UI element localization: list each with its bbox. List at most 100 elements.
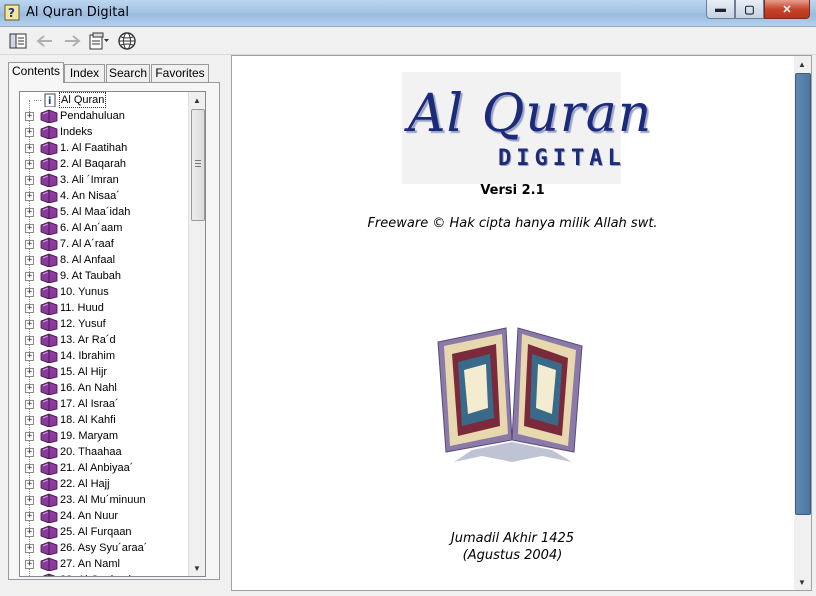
title-bar[interactable]: ? Al Quran Digital ▬ ▢ ✕: [0, 0, 816, 27]
options-button[interactable]: [88, 30, 110, 52]
tree-item[interactable]: +24. An Nuur: [20, 508, 188, 524]
expand-toggle[interactable]: +: [25, 512, 34, 521]
back-button[interactable]: [34, 30, 56, 52]
tree-item[interactable]: +3. Ali ´Imran: [20, 172, 188, 188]
expand-toggle[interactable]: +: [25, 416, 34, 425]
maximize-button[interactable]: ▢: [735, 0, 764, 19]
back-arrow-icon: [36, 35, 52, 47]
tree-item[interactable]: +23. Al Mu´minuun: [20, 492, 188, 508]
scroll-down-button[interactable]: ▼: [189, 560, 205, 576]
expand-toggle[interactable]: +: [25, 192, 34, 201]
quran-book-image: [437, 327, 583, 462]
expand-toggle[interactable]: +: [25, 160, 34, 169]
tree-item[interactable]: +14. Ibrahim: [20, 348, 188, 364]
expand-toggle[interactable]: +: [25, 288, 34, 297]
tree-item[interactable]: +25. Al Furqaan: [20, 524, 188, 540]
tree-item[interactable]: +17. Al Israa´: [20, 396, 188, 412]
tree-scroll-thumb[interactable]: [191, 109, 205, 221]
tree-item-label: 15. Al Hijr: [60, 366, 108, 378]
tab-search[interactable]: Search: [106, 64, 150, 82]
tree-item[interactable]: +6. Al An´aam: [20, 220, 188, 236]
close-button[interactable]: ✕: [764, 0, 810, 19]
tree-item[interactable]: +12. Yusuf: [20, 316, 188, 332]
expand-toggle[interactable]: +: [25, 560, 34, 569]
expand-toggle[interactable]: +: [25, 112, 34, 121]
tree-item[interactable]: +13. Ar Ra´d: [20, 332, 188, 348]
expand-toggle[interactable]: +: [25, 256, 34, 265]
tree-item[interactable]: +7. Al A´raaf: [20, 236, 188, 252]
expand-toggle[interactable]: +: [25, 528, 34, 537]
tree-item[interactable]: +16. An Nahl: [20, 380, 188, 396]
expand-toggle[interactable]: +: [25, 496, 34, 505]
tree-item[interactable]: + Indeks: [20, 124, 188, 140]
tree-scrollbar[interactable]: ▲ ▼: [188, 92, 205, 576]
tree-item[interactable]: +1. Al Faatihah: [20, 140, 188, 156]
expand-toggle[interactable]: +: [25, 272, 34, 281]
topic-pane: Al Quran DIGITAL Versi 2.1 Freeware © Ha…: [231, 55, 812, 591]
expand-toggle[interactable]: +: [25, 208, 34, 217]
hide-button[interactable]: [7, 30, 29, 52]
topic-scroll-thumb[interactable]: [795, 73, 811, 515]
tree-item[interactable]: +21. Al Anbiyaa´: [20, 460, 188, 476]
tree-item[interactable]: +10. Yunus: [20, 284, 188, 300]
book-icon: [40, 397, 58, 412]
tab-favorites[interactable]: Favorites: [151, 64, 209, 82]
expand-toggle[interactable]: +: [27, 576, 32, 577]
tree-item[interactable]: +9. At Taubah: [20, 268, 188, 284]
expand-toggle[interactable]: +: [25, 480, 34, 489]
help-app-icon[interactable]: ?: [4, 4, 20, 21]
tree-item[interactable]: +28. Al Qashash: [20, 572, 188, 577]
tab-index[interactable]: Index: [64, 64, 105, 82]
expand-toggle[interactable]: +: [25, 240, 34, 249]
expand-toggle[interactable]: +: [25, 448, 34, 457]
expand-toggle[interactable]: +: [25, 320, 34, 329]
toolbar: [0, 27, 816, 55]
tree-item[interactable]: +26. Asy Syu´araa´: [20, 540, 188, 556]
tree-item-label: 18. Al Kahfi: [60, 414, 116, 426]
tree-item[interactable]: +27. An Naml: [20, 556, 188, 572]
tree-item[interactable]: + Pendahuluan: [20, 108, 188, 124]
tree-item[interactable]: +15. Al Hijr: [20, 364, 188, 380]
expand-toggle[interactable]: +: [25, 432, 34, 441]
expand-toggle[interactable]: +: [25, 352, 34, 361]
expand-toggle[interactable]: +: [25, 544, 34, 553]
tree-item[interactable]: +4. An Nisaa´: [20, 188, 188, 204]
expand-toggle[interactable]: +: [25, 128, 34, 137]
expand-toggle[interactable]: +: [25, 400, 34, 409]
minimize-button[interactable]: ▬: [706, 0, 735, 19]
tree-item[interactable]: +19. Maryam: [20, 428, 188, 444]
pane-splitter[interactable]: [225, 56, 230, 590]
tree-item[interactable]: +18. Al Kahfi: [20, 412, 188, 428]
tree-item[interactable]: +2. Al Baqarah: [20, 156, 188, 172]
expand-toggle[interactable]: +: [25, 224, 34, 233]
tree-item-label: 1. Al Faatihah: [60, 142, 128, 154]
tree-item[interactable]: +20. Thaahaa: [20, 444, 188, 460]
expand-toggle[interactable]: +: [25, 464, 34, 473]
book-icon: [40, 413, 58, 428]
expand-toggle[interactable]: +: [25, 304, 34, 313]
logo-title: Al Quran: [408, 84, 653, 144]
topic-content: Al Quran DIGITAL Versi 2.1 Freeware © Ha…: [232, 56, 793, 590]
topic-scroll-up-button[interactable]: ▲: [794, 56, 810, 72]
book-icon: [40, 173, 58, 188]
tree-item[interactable]: +22. Al Hajj: [20, 476, 188, 492]
tree-item[interactable]: +11. Huud: [20, 300, 188, 316]
expand-toggle[interactable]: +: [25, 336, 34, 345]
expand-toggle[interactable]: +: [25, 384, 34, 393]
tab-contents[interactable]: Contents: [8, 62, 64, 83]
topic-scroll-down-button[interactable]: ▼: [794, 574, 810, 590]
expand-toggle[interactable]: +: [25, 176, 34, 185]
contents-tree[interactable]: i Al Quran + Pendahuluan + Indeks +1. Al Faati…: [19, 91, 206, 577]
topic-scrollbar[interactable]: ▲ ▼: [794, 56, 811, 590]
forward-button[interactable]: [61, 30, 83, 52]
tree-root-item[interactable]: i Al Quran: [20, 92, 188, 108]
expand-toggle[interactable]: +: [25, 144, 34, 153]
web-help-button[interactable]: [116, 30, 138, 52]
book-icon: [40, 541, 58, 556]
tree-item[interactable]: +8. Al Anfaal: [20, 252, 188, 268]
expand-toggle[interactable]: +: [25, 368, 34, 377]
tree-item-label: 8. Al Anfaal: [60, 254, 116, 266]
tree-item-label: 28. Al Qashash: [60, 573, 135, 576]
scroll-up-button[interactable]: ▲: [189, 92, 205, 108]
tree-item[interactable]: +5. Al Maa´idah: [20, 204, 188, 220]
